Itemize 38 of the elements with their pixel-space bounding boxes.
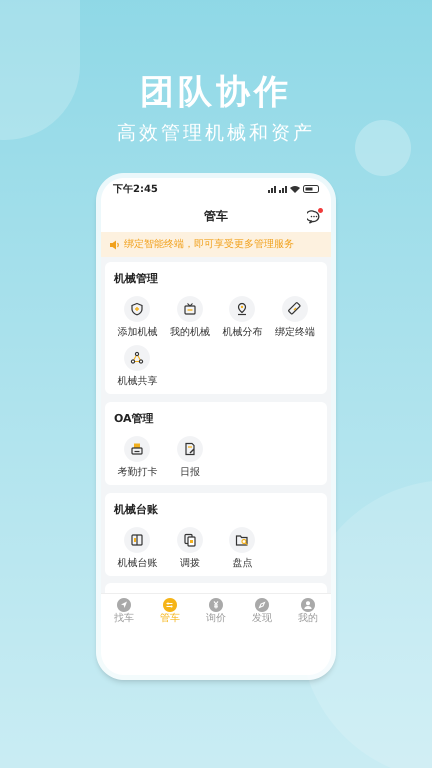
feature-item[interactable]: 添加机械 — [111, 296, 164, 339]
documents-icon — [182, 533, 197, 547]
feature-item[interactable]: 机械分布 — [216, 296, 268, 339]
shield-icon — [130, 302, 144, 316]
printer-icon — [130, 442, 144, 456]
tv-icon — [182, 302, 197, 316]
feature-item[interactable]: 调拨 — [164, 527, 216, 570]
feature-item[interactable]: 机械台账 — [111, 527, 164, 570]
signal-icon — [268, 186, 276, 192]
status-time: 下午2:45 — [113, 182, 158, 196]
speaker-icon — [109, 240, 120, 250]
battery-icon — [303, 185, 319, 193]
headline: 团队协作 — [140, 71, 292, 114]
folder-search-icon — [235, 533, 250, 547]
note-pencil-icon — [182, 442, 197, 456]
wifi-icon — [290, 186, 300, 192]
compass-icon — [255, 598, 269, 612]
page-title: 管车 — [204, 208, 228, 225]
feature-item[interactable]: 考勤打卡 — [111, 436, 164, 479]
feature-item[interactable]: 我的机械 — [164, 296, 216, 339]
feature-item[interactable]: 机械共享 — [111, 345, 164, 388]
yen-icon — [209, 598, 223, 612]
share-icon — [130, 351, 144, 365]
notice-text: 绑定智能终端，即可享受更多管理服务 — [124, 238, 294, 252]
tag-icon — [288, 302, 302, 316]
subtitle: 高效管理机械和资产 — [117, 121, 315, 146]
section-title: OA管理 — [113, 412, 155, 426]
section-title: 机械管理 — [112, 272, 159, 286]
section-title: 机械台账 — [112, 503, 159, 517]
person-icon — [301, 598, 315, 612]
book-icon — [130, 533, 144, 547]
feature-item[interactable]: 绑定终端 — [268, 296, 321, 339]
signal-icon — [279, 186, 287, 192]
message-button[interactable] — [307, 208, 323, 224]
sliders-icon — [163, 598, 177, 612]
chat-bubble-icon — [307, 210, 321, 224]
feature-item[interactable]: 日报 — [164, 436, 216, 479]
feature-item[interactable]: 盘点 — [216, 527, 268, 570]
